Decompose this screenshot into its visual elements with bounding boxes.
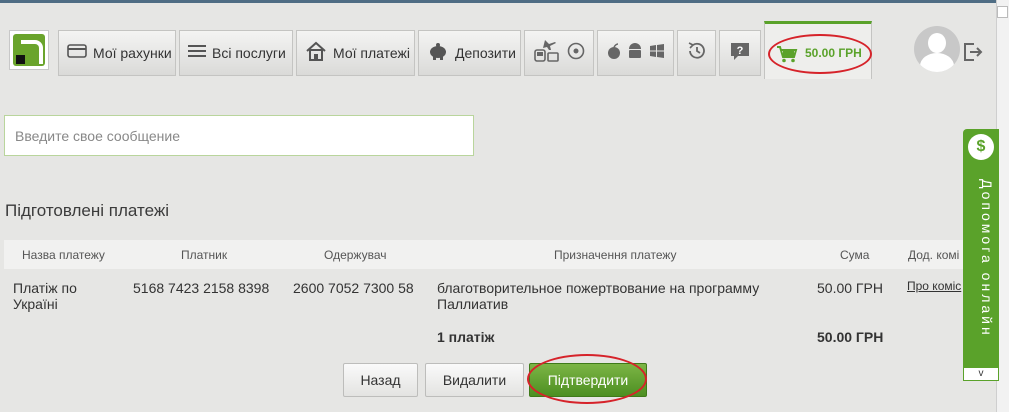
nav-history[interactable] — [677, 30, 716, 76]
nav-label: Мої платежі — [333, 45, 410, 61]
fee-info-link[interactable]: Про коміс — [907, 279, 961, 293]
logout-icon[interactable] — [963, 42, 983, 67]
apple-icon — [607, 42, 621, 64]
column-header-recipient: Одержувач — [324, 248, 387, 262]
nav-platforms[interactable] — [597, 30, 674, 76]
back-button[interactable]: Назад — [343, 363, 418, 397]
cell-name-line1: Платіж по — [13, 280, 77, 296]
train-plane-icon — [533, 38, 561, 69]
piggy-bank-icon — [427, 42, 449, 65]
cell-amount: 50.00 ГРН — [817, 280, 883, 296]
nav-deposits[interactable]: Депозити — [418, 30, 521, 76]
list-icon — [188, 44, 206, 63]
delete-button[interactable]: Видалити — [425, 363, 524, 397]
user-avatar[interactable] — [914, 26, 960, 72]
total-amount: 50.00 ГРН — [817, 329, 884, 345]
window-top-border — [0, 0, 1009, 3]
privatbank-logo[interactable] — [9, 30, 49, 70]
column-header-extra-fee: Дод. комі — [908, 248, 960, 262]
cell-recipient: 2600 7052 7300 58 — [293, 280, 414, 296]
question-icon: ? — [729, 41, 751, 66]
message-input[interactable] — [4, 115, 474, 156]
column-header-name: Назва платежу — [22, 248, 105, 262]
nav-all-services[interactable]: Всі послуги — [179, 30, 293, 76]
nav-my-payments[interactable]: Мої платежі — [296, 30, 415, 76]
house-icon — [305, 41, 327, 66]
history-clock-icon — [686, 40, 708, 67]
windows-icon — [649, 43, 665, 64]
total-count: 1 платіж — [437, 329, 495, 345]
help-online-tab[interactable]: $ Допомога онлайн — [963, 129, 999, 367]
cart-icon — [776, 45, 798, 68]
cell-name-line2: Україні — [13, 296, 58, 312]
column-header-amount: Сума — [840, 248, 870, 262]
section-title: Підготовлені платежі — [5, 201, 169, 220]
nav-label: Мої рахунки — [93, 45, 172, 61]
nav-label: Всі послуги — [212, 45, 286, 61]
table-header — [4, 240, 964, 269]
nav-label: Депозити — [455, 45, 516, 61]
cell-payer: 5168 7423 2158 8398 — [133, 280, 270, 296]
nav-transport[interactable] — [524, 30, 594, 76]
cell-purpose-line2: Паллиатив — [437, 296, 509, 312]
android-icon — [627, 42, 643, 65]
help-online-label: Допомога онлайн — [979, 179, 995, 338]
nav-help[interactable]: ? — [719, 30, 761, 76]
column-header-purpose: Призначення платежу — [554, 248, 677, 262]
cart-amount: 50.00 ГРН — [805, 46, 862, 60]
ball-icon — [567, 42, 585, 65]
nav-my-accounts[interactable]: Мої рахунки — [58, 30, 176, 76]
header-bar: Мої рахунки Всі послуги Мої платежі Депо… — [0, 16, 997, 79]
card-icon — [67, 43, 87, 63]
svg-text:?: ? — [737, 45, 744, 57]
cart-tab[interactable]: 50.00 ГРН — [764, 21, 872, 79]
confirm-button[interactable]: Підтвердити — [529, 363, 647, 397]
column-header-payer: Платник — [181, 248, 228, 262]
dollar-icon: $ — [968, 134, 994, 160]
cell-purpose-line1: благотворительное пожертвование на прогр… — [437, 280, 760, 296]
scrollbar-thumb[interactable] — [997, 6, 1008, 18]
help-tab-collapse-arrow[interactable]: v — [963, 367, 999, 381]
